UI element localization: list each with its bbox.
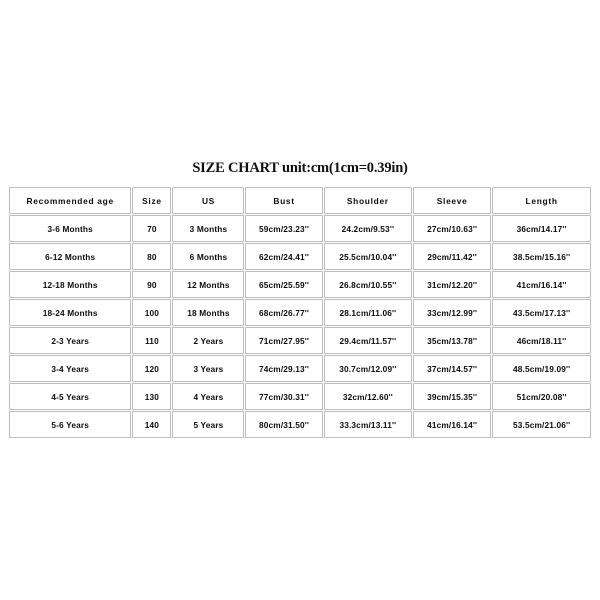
cell-shoulder: 29.4cm/11.57'' xyxy=(323,327,413,354)
cell-recommended-age: 2-3 Years xyxy=(9,327,132,354)
cell-size: 70 xyxy=(132,215,172,242)
size-chart-page: SIZE CHART unit:cm(1cm=0.39in) Recommend… xyxy=(0,0,600,600)
table-row: 18-24 Months 100 18 Months 68cm/26.77'' … xyxy=(9,299,591,326)
cell-bust: 80cm/31.50'' xyxy=(245,411,323,438)
page-title: SIZE CHART unit:cm(1cm=0.39in) xyxy=(192,160,408,176)
table-row: 2-3 Years 110 2 Years 71cm/27.95'' 29.4c… xyxy=(9,327,591,354)
cell-sleeve: 29cm/11.42'' xyxy=(413,243,492,270)
cell-length: 41cm/16.14'' xyxy=(492,271,591,298)
table-row: 3-4 Years 120 3 Years 74cm/29.13'' 30.7c… xyxy=(9,355,591,382)
cell-us: 4 Years xyxy=(172,383,245,410)
cell-us: 3 Months xyxy=(172,215,245,242)
cell-recommended-age: 3-4 Years xyxy=(9,355,132,382)
column-header-length: Length xyxy=(492,187,591,214)
cell-size: 100 xyxy=(132,299,172,326)
cell-length: 38.5cm/15.16'' xyxy=(492,243,591,270)
table-row: 3-6 Months 70 3 Months 59cm/23.23'' 24.2… xyxy=(9,215,591,242)
cell-us: 3 Years xyxy=(172,355,245,382)
table-row: 12-18 Months 90 12 Months 65cm/25.59'' 2… xyxy=(9,271,591,298)
cell-size: 130 xyxy=(132,383,172,410)
column-header-sleeve: Sleeve xyxy=(413,187,492,214)
cell-shoulder: 30.7cm/12.09'' xyxy=(323,355,413,382)
table-row: 6-12 Months 80 6 Months 62cm/24.41'' 25.… xyxy=(9,243,591,270)
cell-bust: 74cm/29.13'' xyxy=(245,355,323,382)
cell-recommended-age: 6-12 Months xyxy=(9,243,132,270)
cell-recommended-age: 4-5 Years xyxy=(9,383,132,410)
column-header-shoulder: Shoulder xyxy=(323,187,413,214)
column-header-bust: Bust xyxy=(245,187,323,214)
cell-size: 80 xyxy=(132,243,172,270)
cell-length: 51cm/20.08'' xyxy=(492,383,591,410)
cell-recommended-age: 3-6 Months xyxy=(9,215,132,242)
cell-size: 140 xyxy=(132,411,172,438)
cell-length: 48.5cm/19.09'' xyxy=(492,355,591,382)
cell-size: 90 xyxy=(132,271,172,298)
table-header-row: Recommended age Size US Bust Shoulder Sl… xyxy=(9,187,591,214)
cell-sleeve: 33cm/12.99'' xyxy=(413,299,492,326)
cell-length: 53.5cm/21.06'' xyxy=(492,411,591,438)
cell-size: 110 xyxy=(132,327,172,354)
cell-us: 12 Months xyxy=(172,271,245,298)
cell-us: 6 Months xyxy=(172,243,245,270)
cell-recommended-age: 5-6 Years xyxy=(9,411,132,438)
cell-bust: 71cm/27.95'' xyxy=(245,327,323,354)
cell-sleeve: 41cm/16.14'' xyxy=(413,411,492,438)
cell-sleeve: 31cm/12.20'' xyxy=(413,271,492,298)
cell-size: 120 xyxy=(132,355,172,382)
table-row: 4-5 Years 130 4 Years 77cm/30.31'' 32cm/… xyxy=(9,383,591,410)
cell-us: 5 Years xyxy=(172,411,245,438)
cell-recommended-age: 12-18 Months xyxy=(9,271,132,298)
column-header-us: US xyxy=(172,187,245,214)
column-header-size: Size xyxy=(132,187,172,214)
cell-shoulder: 25.5cm/10.04'' xyxy=(323,243,413,270)
cell-sleeve: 37cm/14.57'' xyxy=(413,355,492,382)
cell-bust: 65cm/25.59'' xyxy=(245,271,323,298)
cell-bust: 68cm/26.77'' xyxy=(245,299,323,326)
cell-recommended-age: 18-24 Months xyxy=(9,299,132,326)
cell-shoulder: 33.3cm/13.11'' xyxy=(323,411,413,438)
table-row: 5-6 Years 140 5 Years 80cm/31.50'' 33.3c… xyxy=(9,411,591,438)
cell-length: 36cm/14.17'' xyxy=(492,215,591,242)
cell-sleeve: 39cm/15.35'' xyxy=(413,383,492,410)
cell-bust: 77cm/30.31'' xyxy=(245,383,323,410)
column-header-recommended-age: Recommended age xyxy=(9,187,132,214)
cell-bust: 59cm/23.23'' xyxy=(245,215,323,242)
cell-bust: 62cm/24.41'' xyxy=(245,243,323,270)
size-chart-table: Recommended age Size US Bust Shoulder Sl… xyxy=(8,186,592,439)
cell-us: 2 Years xyxy=(172,327,245,354)
cell-length: 43.5cm/17.13'' xyxy=(492,299,591,326)
cell-shoulder: 26.8cm/10.55'' xyxy=(323,271,413,298)
cell-shoulder: 24.2cm/9.53'' xyxy=(323,215,413,242)
cell-sleeve: 27cm/10.63'' xyxy=(413,215,492,242)
cell-us: 18 Months xyxy=(172,299,245,326)
size-table-container: Recommended age Size US Bust Shoulder Sl… xyxy=(8,186,592,439)
cell-length: 46cm/18.11'' xyxy=(492,327,591,354)
cell-shoulder: 32cm/12.60'' xyxy=(323,383,413,410)
cell-shoulder: 28.1cm/11.06'' xyxy=(323,299,413,326)
cell-sleeve: 35cm/13.78'' xyxy=(413,327,492,354)
